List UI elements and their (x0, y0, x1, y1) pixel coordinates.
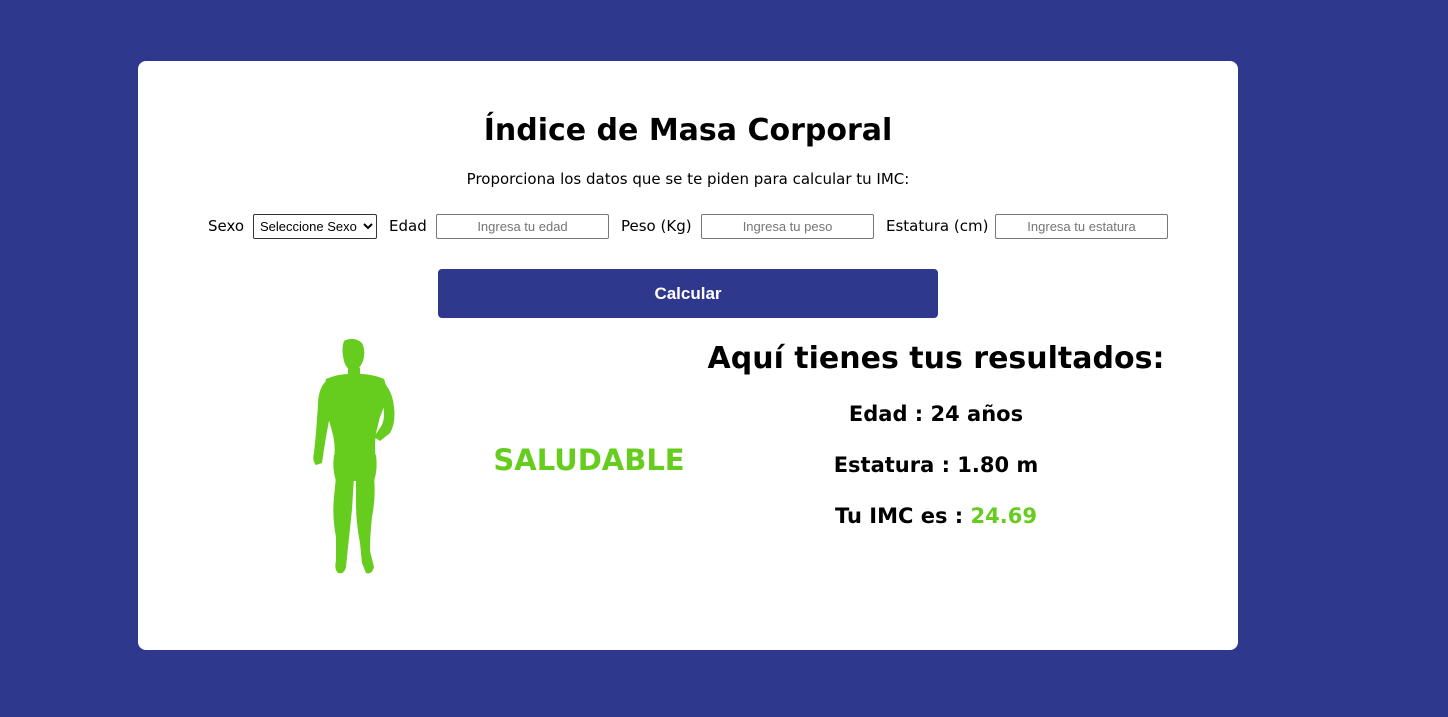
imc-value: 24.69 (970, 504, 1037, 528)
peso-input[interactable] (701, 214, 874, 239)
edad-input[interactable] (436, 214, 609, 239)
estatura-label: Estatura (cm) (886, 217, 989, 235)
results-panel: Aquí tienes tus resultados: Edad : 24 añ… (698, 339, 1174, 542)
peso-label: Peso (Kg) (621, 217, 692, 235)
page-subtitle: Proporciona los datos que se te piden pa… (466, 170, 910, 188)
edad-label: Edad (389, 217, 427, 235)
sexo-select[interactable]: Seleccione Sexo (253, 214, 377, 239)
imc-status: SALUDABLE (493, 443, 685, 477)
page-title: Índice de Masa Corporal (483, 113, 893, 148)
human-silhouette-icon (313, 338, 395, 574)
imc-card: Índice de Masa Corporal Proporciona los … (138, 61, 1238, 650)
result-imc: Tu IMC es : 24.69 (698, 491, 1174, 542)
results-title: Aquí tienes tus resultados: (707, 341, 1165, 376)
sexo-label: Sexo (208, 217, 245, 235)
estatura-input[interactable] (995, 214, 1168, 239)
calculate-button[interactable]: Calcular (438, 269, 938, 318)
imc-prefix: Tu IMC es : (835, 504, 971, 528)
result-edad: Edad : 24 años (848, 402, 1024, 426)
result-estatura: Estatura : 1.80 m (833, 453, 1039, 477)
